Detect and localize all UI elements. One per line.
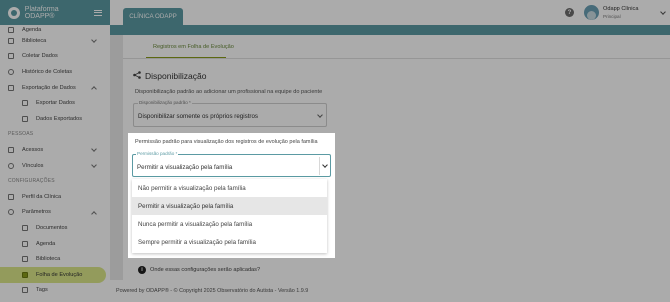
field-label: Permissão padrão * [136, 151, 179, 156]
permission-popup: Permissão padrão para visualização dos r… [128, 133, 335, 258]
option-nunca-permitir[interactable]: Nunca permitir a visualização pela famíl… [132, 215, 327, 233]
permission-select[interactable]: Permissão padrão * Permitir a visualizaç… [132, 151, 331, 177]
option-sempre-permitir[interactable]: Sempre permitir a visualização pela famí… [132, 234, 327, 252]
chevron-down-icon[interactable] [322, 162, 328, 168]
popup-description: Permissão padrão para visualização dos r… [135, 139, 318, 145]
option-permitir[interactable]: Permitir a visualização pela família [132, 197, 327, 216]
modal-backdrop[interactable] [0, 0, 670, 302]
option-nao-permitir[interactable]: Não permitir a visualização pela família [132, 179, 327, 197]
field-value: Permitir a visualização pela família [137, 164, 233, 171]
options-list: Não permitir a visualização pela família… [132, 179, 327, 253]
divider [319, 157, 320, 175]
